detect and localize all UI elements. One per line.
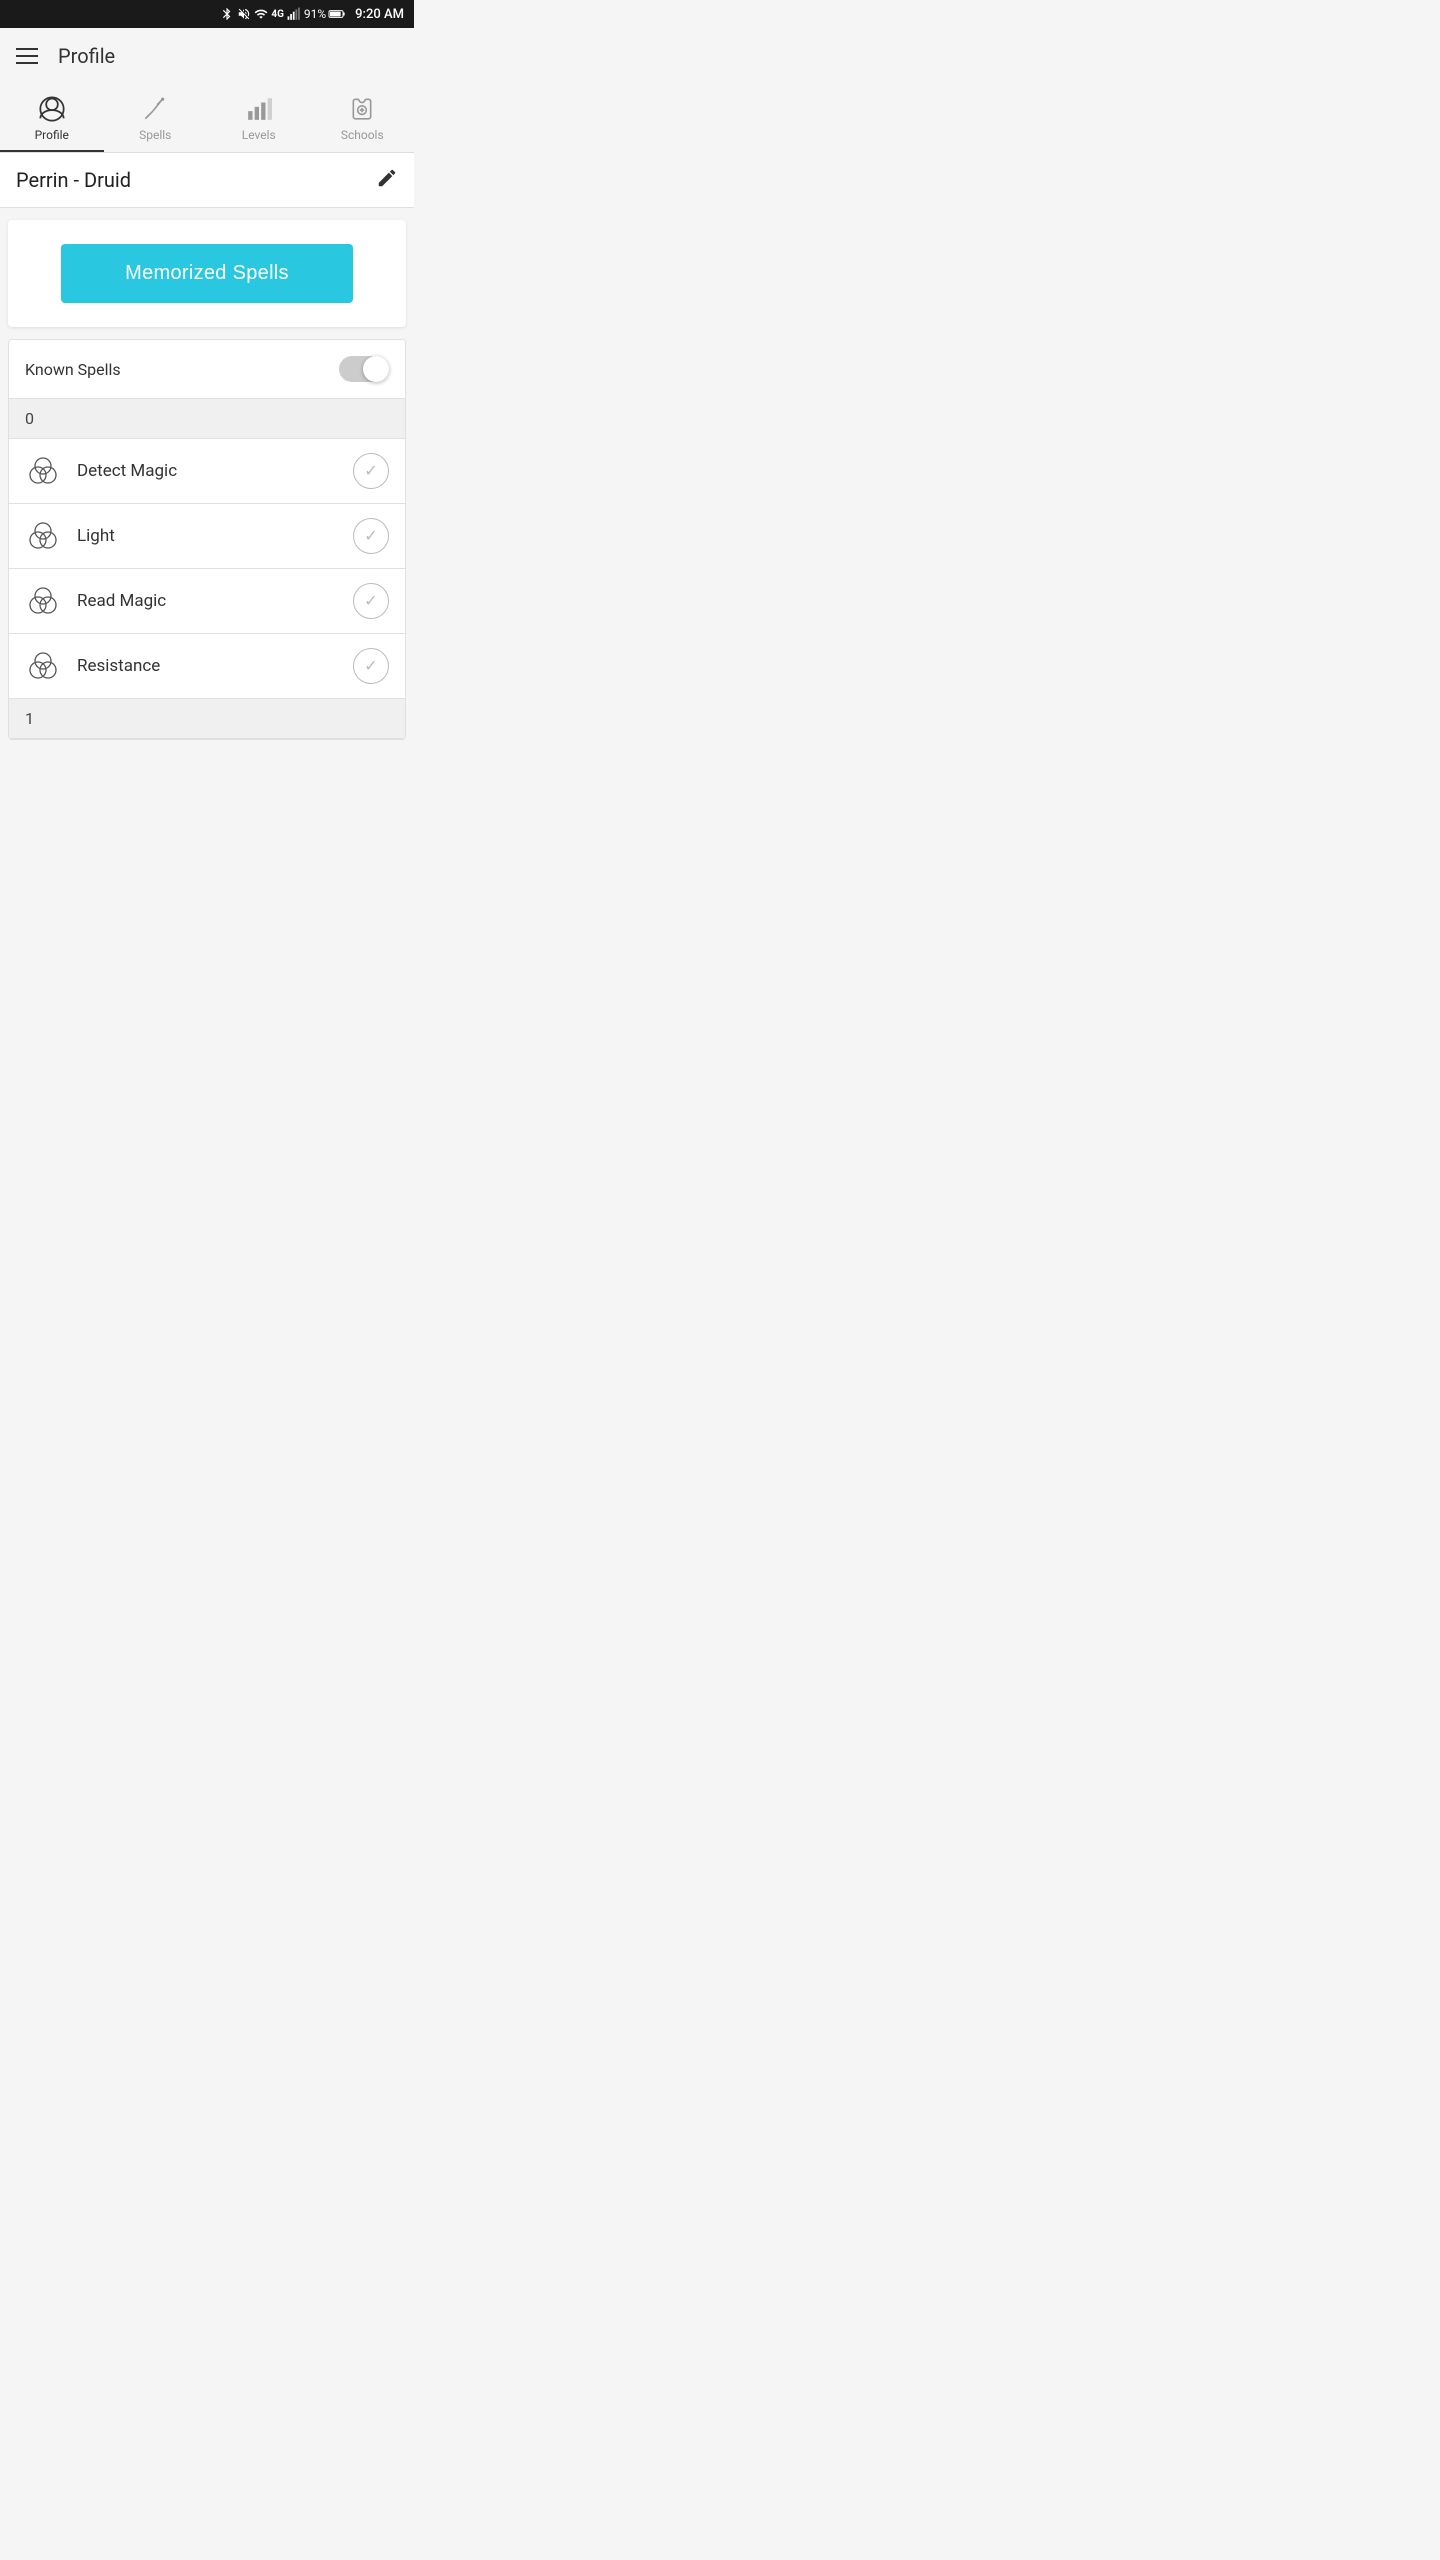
wifi-icon (254, 7, 268, 21)
tab-schools[interactable]: Schools (311, 84, 415, 152)
light-check[interactable]: ✓ (353, 518, 389, 554)
spell-name-light: Light (77, 526, 353, 546)
spell-row-detect-magic[interactable]: Detect Magic ✓ (9, 439, 405, 504)
hamburger-menu[interactable] (16, 48, 38, 64)
spells-tab-icon (140, 94, 170, 124)
known-spells-toggle[interactable] (339, 356, 389, 382)
schools-tab-icon (347, 94, 377, 124)
main-content: Memorized Spells Known Spells 0 (0, 220, 414, 740)
level-0-label: 0 (25, 409, 34, 428)
signal-icon (287, 7, 301, 21)
level-1-label: 1 (25, 709, 34, 728)
status-time: 9:20 AM (355, 7, 404, 22)
profile-tab-icon (37, 94, 67, 124)
detect-magic-check[interactable]: ✓ (353, 453, 389, 489)
tab-spells-label: Spells (139, 128, 171, 142)
mute-icon (237, 7, 251, 21)
memorized-spells-button[interactable]: Memorized Spells (61, 244, 354, 303)
hamburger-line-1 (16, 48, 38, 50)
memorized-spells-card: Memorized Spells (8, 220, 406, 327)
known-spells-label: Known Spells (25, 360, 121, 379)
bluetooth-icon (220, 7, 234, 21)
spell-name-detect-magic: Detect Magic (77, 461, 353, 481)
character-name: Perrin - Druid (16, 168, 131, 192)
tab-levels-label: Levels (242, 128, 276, 142)
spell-name-read-magic: Read Magic (77, 591, 353, 611)
battery-icon (329, 9, 345, 19)
spell-row-read-magic[interactable]: Read Magic ✓ (9, 569, 405, 634)
status-icons: 4G 91% (220, 7, 345, 21)
read-magic-icon (25, 583, 61, 619)
battery-percentage: 91% (304, 7, 326, 21)
known-spells-row: Known Spells (9, 340, 405, 399)
edit-character-button[interactable] (376, 167, 398, 193)
check-icon: ✓ (364, 658, 377, 674)
character-header: Perrin - Druid (0, 153, 414, 208)
check-icon: ✓ (364, 463, 377, 479)
level-0-header: 0 (9, 399, 405, 439)
resistance-icon (25, 648, 61, 684)
spell-row-light[interactable]: Light ✓ (9, 504, 405, 569)
resistance-check[interactable]: ✓ (353, 648, 389, 684)
hamburger-line-2 (16, 55, 38, 57)
app-bar-title: Profile (58, 44, 115, 68)
tab-schools-label: Schools (341, 128, 384, 142)
tab-spells[interactable]: Spells (104, 84, 208, 152)
toggle-thumb (363, 356, 389, 382)
tab-profile-label: Profile (35, 128, 69, 142)
levels-tab-icon (244, 94, 274, 124)
tab-levels[interactable]: Levels (207, 84, 311, 152)
detect-magic-icon (25, 453, 61, 489)
read-magic-check[interactable]: ✓ (353, 583, 389, 619)
level-1-header: 1 (9, 699, 405, 739)
light-icon (25, 518, 61, 554)
network-label: 4G (271, 9, 284, 20)
check-icon: ✓ (364, 528, 377, 544)
spells-section: Known Spells 0 Detect Magic ✓ (8, 339, 406, 740)
hamburger-line-3 (16, 62, 38, 64)
check-icon: ✓ (364, 593, 377, 609)
tab-profile[interactable]: Profile (0, 84, 104, 152)
spell-name-resistance: Resistance (77, 656, 353, 676)
app-bar: Profile (0, 28, 414, 84)
status-bar: 4G 91% 9:20 AM (0, 0, 414, 28)
tabs-bar: Profile Spells Levels (0, 84, 414, 153)
spell-row-resistance[interactable]: Resistance ✓ (9, 634, 405, 699)
